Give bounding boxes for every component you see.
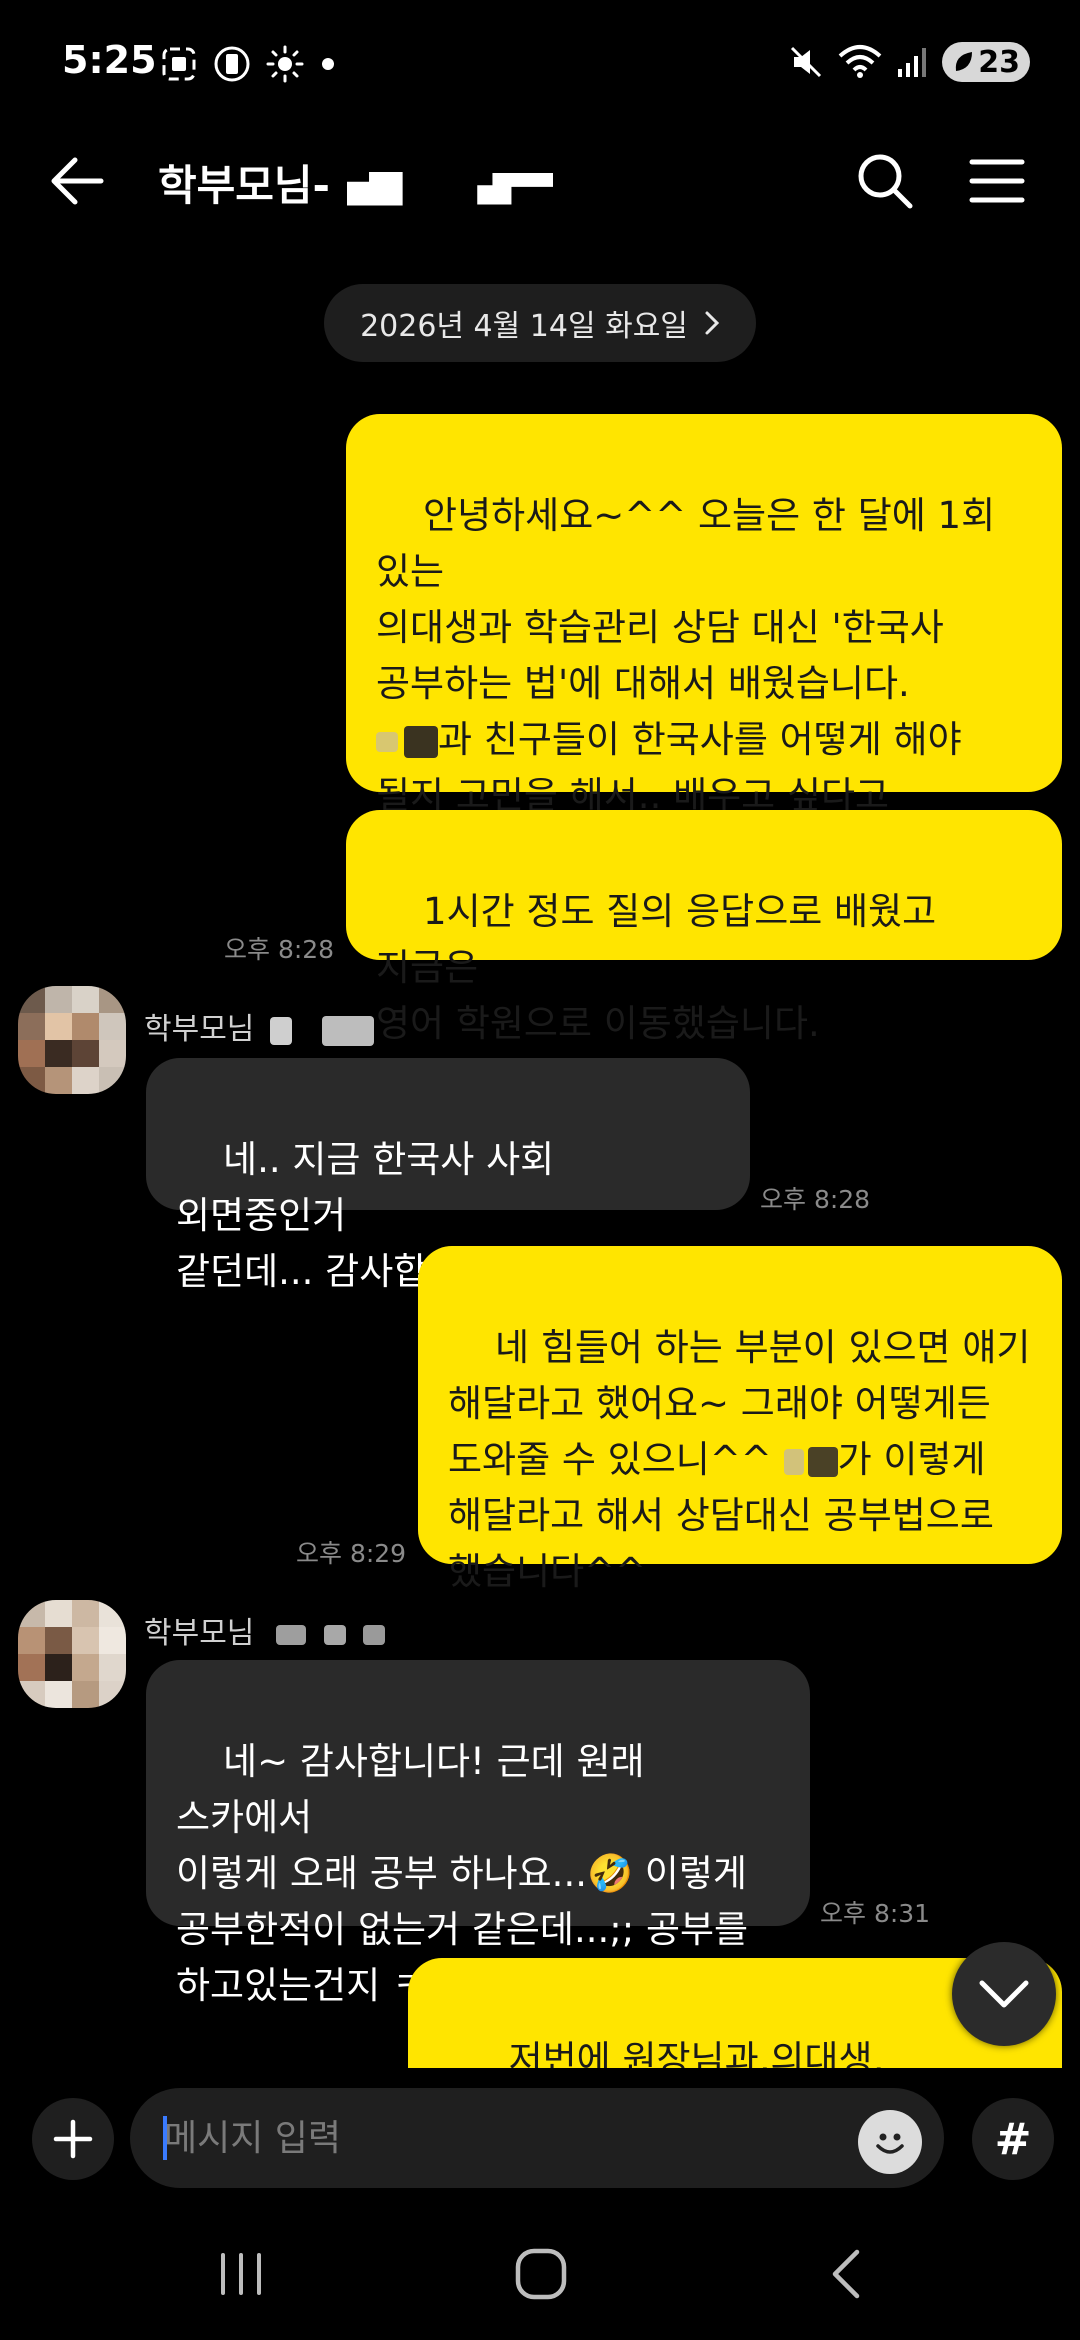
redacted-name-blur	[321, 1015, 374, 1046]
avatar[interactable]	[18, 986, 126, 1094]
signal-icon	[898, 48, 927, 77]
redacted-name-blur	[323, 1624, 346, 1645]
back-nav-button[interactable]	[800, 2242, 890, 2306]
status-bar: 5:25 23	[0, 0, 1080, 120]
redacted-name-blur	[269, 1016, 292, 1045]
message-timestamp: 오후 8:29	[296, 1539, 407, 1568]
chevron-down-icon	[979, 1980, 1029, 2008]
chevron-right-icon	[705, 311, 720, 335]
battery-level: 23	[978, 44, 1020, 80]
message-timestamp: 오후 8:31	[820, 1899, 931, 1928]
recent-apps-icon	[221, 2253, 261, 2295]
chat-screen: 5:25 23 학부모님- 2026년 4월 14일 화요일 안녕하세요~^^ …	[0, 0, 1080, 2340]
status-system-icons: 23	[788, 42, 1030, 82]
chat-title: 학부모님-	[158, 152, 554, 213]
emoji-icon	[876, 2133, 904, 2154]
brightness-icon	[266, 45, 304, 83]
plus-icon	[53, 2119, 93, 2159]
redacted-name-blur	[783, 1448, 804, 1475]
chevron-left-icon	[832, 2249, 860, 2299]
mute-icon	[791, 46, 822, 78]
message-bubble-mine[interactable]: 안녕하세요~^^ 오늘은 한 달에 1회 있는 의대생과 학습관리 상담 대신 …	[346, 414, 1062, 873]
scroll-to-bottom-button[interactable]	[952, 1942, 1056, 2046]
message-bubble-mine[interactable]: 네 힘들어 하는 부분이 있으면 얘기 해달라고 했어요~ 그래야 어떻게든 도…	[418, 1246, 1062, 1593]
emoji-button[interactable]	[858, 2110, 922, 2174]
redacted-name-blur	[807, 1446, 838, 1477]
redacted-name-blur	[376, 731, 398, 752]
message-clip-area: 저번에 원장님과,의대생, 고2,3들도 같이 이야기 나누는 시간을 가았는데	[0, 1958, 1080, 2068]
search-button[interactable]	[850, 146, 920, 216]
date-chip[interactable]: 2026년 4월 14일 화요일	[324, 284, 756, 362]
sender-name-text: 학부모님	[144, 1616, 255, 1651]
attach-button[interactable]	[32, 2098, 114, 2180]
status-time: 5:25	[62, 38, 157, 82]
redacted-name-blur	[275, 1624, 306, 1645]
hamburger-menu-icon	[969, 159, 1025, 203]
sender-name: 학부모님	[144, 1004, 374, 1048]
message-timestamp: 오후 8:28	[224, 935, 335, 964]
system-navigation-bar	[0, 2208, 1080, 2340]
redacted-name-block	[477, 172, 554, 205]
message-text: 저번에 원장님과,의대생, 고2,3들도 같이 이야기 나누는 시간을 가았는데	[508, 2038, 885, 2068]
message-input[interactable]	[130, 2088, 944, 2188]
redacted-name-blur	[404, 725, 438, 758]
message-timestamp: 오후 8:28	[760, 1185, 871, 1214]
home-icon	[515, 2248, 567, 2300]
battery-indicator: 23	[942, 42, 1030, 82]
date-label: 2026년 4월 14일 화요일	[360, 309, 688, 344]
home-button[interactable]	[496, 2242, 586, 2306]
message-composer: #	[0, 2068, 1080, 2208]
message-bubble-mine[interactable]: 1시간 정도 질의 응답으로 배웠고 지금은 영어 학원으로 이동했습니다.	[346, 810, 1062, 1045]
arrow-left-icon	[51, 157, 104, 205]
redacted-name-block	[346, 171, 403, 206]
dot-icon	[322, 58, 334, 70]
back-button[interactable]	[44, 148, 110, 214]
message-bubble-other[interactable]: 네.. 지금 한국사 사회 외면중인거 같던데... 감사합니다	[146, 1058, 750, 1293]
search-icon	[858, 154, 913, 209]
menu-button[interactable]	[962, 146, 1032, 216]
hashtag-label: #	[994, 2113, 1032, 2165]
battery-saver-icon	[214, 46, 250, 82]
recent-apps-button[interactable]	[196, 2242, 286, 2306]
hashtag-button[interactable]: #	[972, 2098, 1054, 2180]
sender-name-text: 학부모님	[144, 1012, 255, 1047]
wifi-icon	[838, 45, 882, 78]
status-notification-icons	[160, 44, 338, 84]
message-bubble-other[interactable]: 네~ 감사합니다! 근데 원래 스카에서 이렇게 오래 공부 하나요...🤣 이…	[146, 1660, 810, 2007]
text-caret	[163, 2116, 167, 2160]
chat-header: 학부모님-	[0, 120, 1080, 240]
chat-title-text: 학부모님-	[158, 161, 330, 210]
redacted-name-blur	[363, 1624, 386, 1645]
sender-name: 학부모님	[144, 1608, 386, 1652]
avatar[interactable]	[18, 1600, 126, 1708]
screenshot-icon	[162, 47, 196, 81]
message-text: 1시간 정도 질의 응답으로 배웠고 지금은 영어 학원으로 이동했습니다.	[376, 890, 937, 1045]
charging-leaf-icon	[956, 52, 973, 71]
message-text: 안녕하세요~^^ 오늘은 한 달에 1회 있는 의대생과 학습관리 상담 대신 …	[376, 494, 996, 705]
